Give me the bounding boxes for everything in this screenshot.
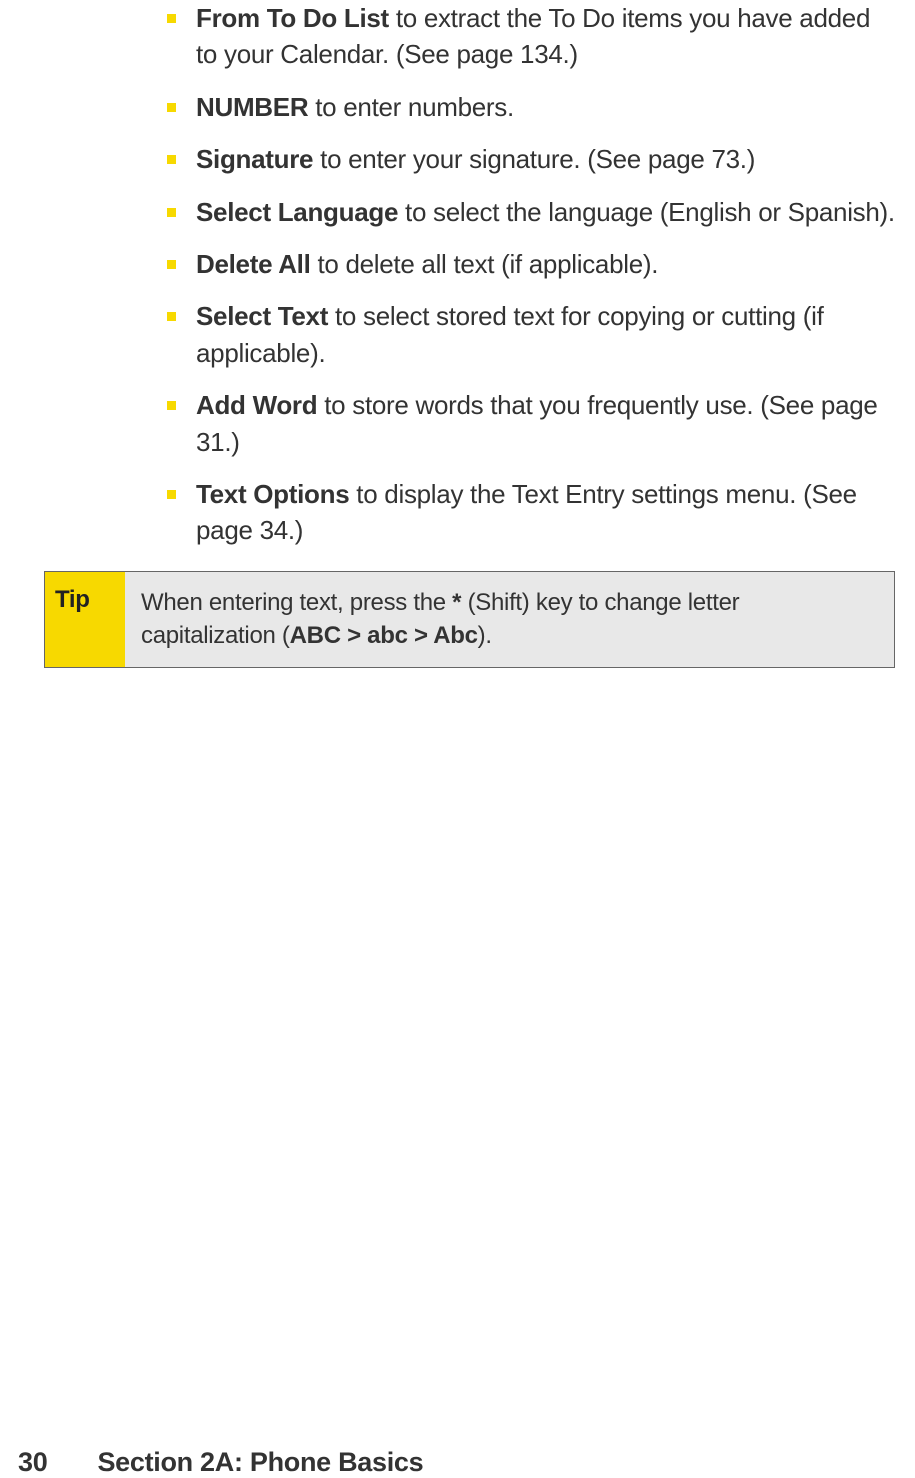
tip-body: When entering text, press the * (Shift) … [125, 572, 894, 667]
list-item: Text Options to display the Text Entry s… [154, 476, 895, 549]
item-text: to delete all text (if applicable). [311, 249, 659, 279]
list-item: Select Language to select the language (… [154, 194, 895, 230]
list-item: Add Word to store words that you frequen… [154, 387, 895, 460]
item-bold: NUMBER [196, 92, 308, 122]
section-heading: Section 2A: Phone Basics [97, 1447, 423, 1478]
tip-text-after: ). [478, 622, 492, 649]
item-text: to select the language (English or Spani… [398, 197, 895, 227]
item-text: to enter your signature. (See page 73.) [313, 144, 755, 174]
item-bold: Signature [196, 144, 313, 174]
list-item: NUMBER to enter numbers. [154, 89, 895, 125]
item-text: to enter numbers. [308, 92, 514, 122]
tip-label: Tip [45, 572, 125, 667]
asterisk-icon: * [452, 589, 461, 616]
list-item: Select Text to select stored text for co… [154, 298, 895, 371]
list-item: Delete All to delete all text (if applic… [154, 246, 895, 282]
item-bold: Add Word [196, 390, 317, 420]
tip-bold-text: ABC > abc > Abc [290, 622, 478, 649]
item-bold: Select Language [196, 197, 398, 227]
footer: 30 Section 2A: Phone Basics [0, 1447, 423, 1478]
content-area: From To Do List to extract the To Do ite… [0, 0, 915, 549]
item-bold: From To Do List [196, 3, 389, 33]
item-bold: Text Options [196, 479, 349, 509]
item-bold: Select Text [196, 301, 328, 331]
tip-box: Tip When entering text, press the * (Shi… [44, 571, 895, 668]
list-item: Signature to enter your signature. (See … [154, 141, 895, 177]
list-item: From To Do List to extract the To Do ite… [154, 0, 895, 73]
page-number: 30 [18, 1447, 47, 1478]
bullet-list: From To Do List to extract the To Do ite… [154, 0, 895, 549]
tip-text-before: When entering text, press the [141, 589, 452, 616]
item-bold: Delete All [196, 249, 311, 279]
